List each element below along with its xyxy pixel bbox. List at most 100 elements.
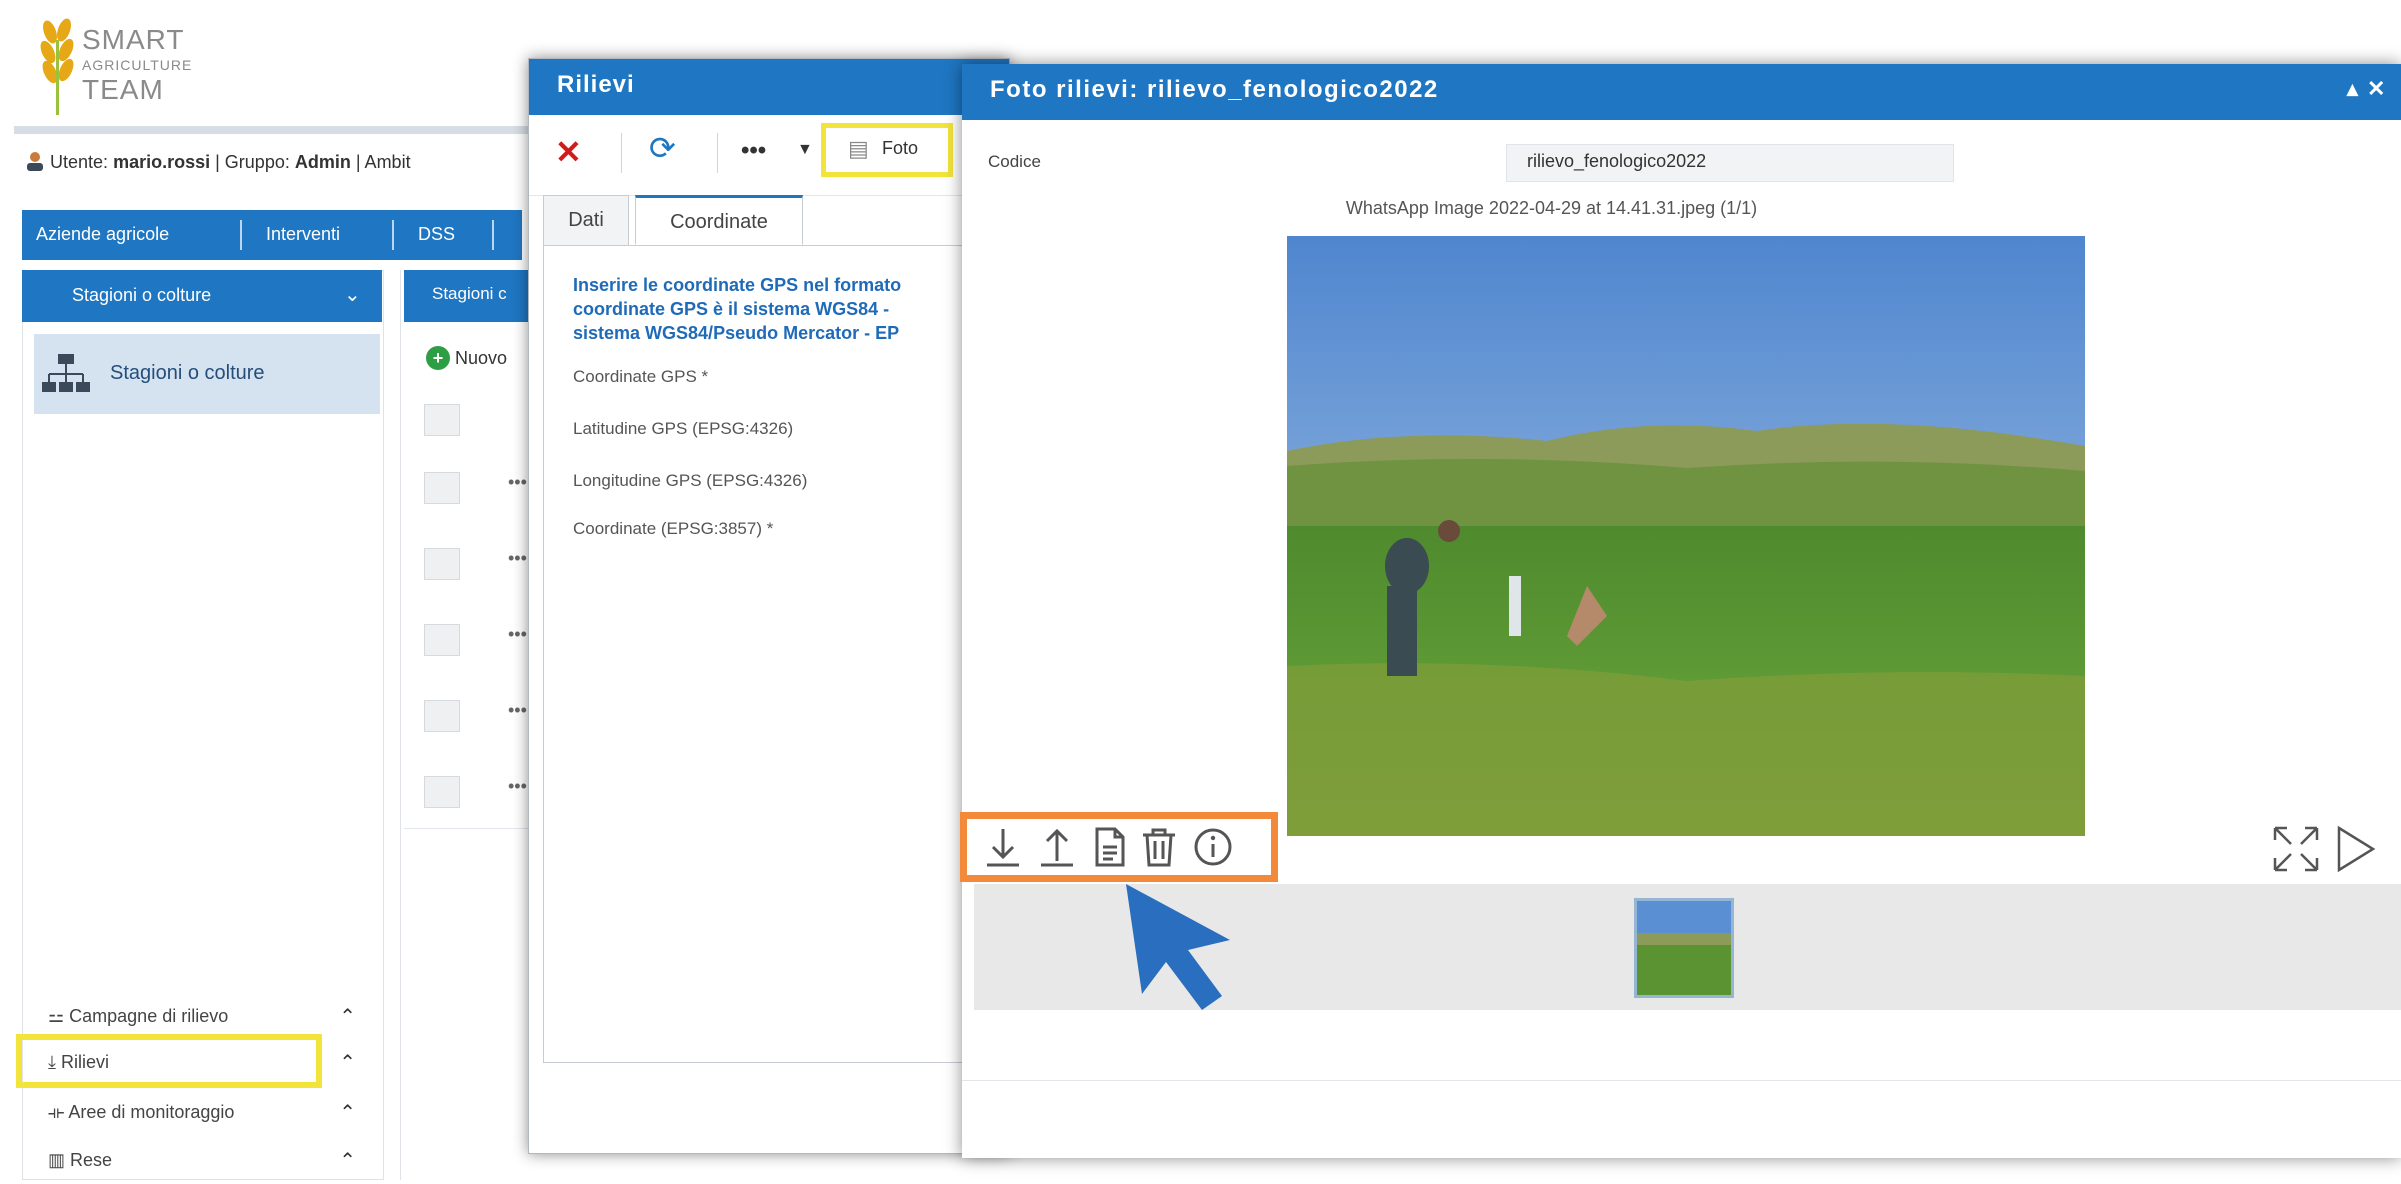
- user-prefix: Utente:: [50, 152, 109, 172]
- plus-icon: +: [426, 346, 450, 370]
- rilievi-highlight: [16, 1034, 322, 1088]
- download-icon[interactable]: [981, 825, 1025, 869]
- nav-separator: [240, 220, 242, 250]
- cursor-pointer-icon: [1126, 884, 1230, 1010]
- toolbar-separator: [621, 133, 622, 173]
- fullscreen-icon[interactable]: [2271, 824, 2321, 874]
- table-row[interactable]: •••: [404, 600, 540, 677]
- foto-title-bar[interactable]: Foto rilievi: rilievo_fenologico2022 ▴ ✕: [962, 64, 2401, 120]
- header-divider: [14, 126, 544, 134]
- chevron-up-icon: ⌃: [339, 1052, 356, 1074]
- table-row[interactable]: •••: [404, 524, 540, 601]
- foto-button[interactable]: ▤ Foto: [821, 123, 953, 177]
- sidebar-item-aree[interactable]: ⟛ Aree di monitoraggio ⌃: [22, 1090, 384, 1136]
- tab-stagioni[interactable]: Stagioni c: [404, 270, 540, 322]
- user-name: mario.rossi: [113, 152, 211, 172]
- hierarchy-icon: [42, 354, 90, 392]
- new-button[interactable]: + Nuovo: [426, 346, 507, 370]
- row-menu-button[interactable]: •••: [508, 624, 527, 645]
- table-row[interactable]: •••: [404, 676, 540, 753]
- group-name: Admin: [294, 152, 351, 172]
- coordinates-info-text: Inserire le coordinate GPS nel formato c…: [573, 273, 993, 351]
- top-navigation: Aziende agricole Interventi DSS: [22, 210, 522, 260]
- sidebar-item-label: Aree di monitoraggio: [68, 1102, 235, 1122]
- row-checkbox[interactable]: [424, 700, 460, 732]
- row-checkbox[interactable]: [424, 776, 460, 808]
- file-name: WhatsApp Image 2022-04-29 at 14.41.31.jp…: [1345, 198, 1758, 218]
- select-all-checkbox[interactable]: [424, 404, 460, 436]
- window-title: Rilievi: [557, 71, 635, 98]
- area-icon: ⟛: [48, 1102, 69, 1122]
- thumbnail[interactable]: [1634, 898, 1734, 998]
- field-label-coordinate-3857: Coordinate (EPSG:3857) *: [573, 519, 774, 538]
- row-menu-button[interactable]: •••: [508, 472, 527, 493]
- file-icon[interactable]: [1087, 825, 1131, 869]
- rilievi-tabs: Dati Coordinate: [543, 187, 1009, 246]
- user-icon: [27, 152, 43, 171]
- chevron-up-icon: ⌃: [339, 1150, 356, 1172]
- survey-icon: ⚍: [48, 1006, 70, 1026]
- row-checkbox[interactable]: [424, 548, 460, 580]
- table-row[interactable]: •••: [404, 752, 540, 829]
- tab-label: Dati: [568, 209, 604, 231]
- next-icon[interactable]: [2333, 824, 2377, 874]
- sidebar-item-rese[interactable]: ▥ Rese ⌃: [22, 1138, 384, 1184]
- user-info-bar: Utente: mario.rossi | Gruppo: Admin | Am…: [50, 152, 411, 173]
- nav-separator: [392, 220, 394, 250]
- logo-line-1: SMART: [82, 24, 185, 55]
- thumbnail-image: [1637, 901, 1731, 995]
- trash-icon[interactable]: [1137, 825, 1181, 869]
- more-menu-button[interactable]: •••: [741, 137, 766, 165]
- photo-nav: [2271, 820, 2381, 876]
- field-photo: [1287, 236, 2085, 836]
- sidebar-dropdown-label: Stagioni o colture: [72, 285, 212, 305]
- table-row[interactable]: •••: [404, 448, 540, 525]
- window-title: Foto rilievi: rilievo_fenologico2022: [990, 76, 1439, 103]
- codice-field[interactable]: rilievo_fenologico2022: [1506, 144, 1954, 182]
- upload-icon[interactable]: [1035, 825, 1079, 869]
- window-controls[interactable]: ▴ ✕: [2347, 76, 2387, 102]
- rilievi-window: Rilievi ✕ ⟳ ••• ▼ ▤ Foto Dati Coordinate…: [528, 58, 1010, 1154]
- tab-dati[interactable]: Dati: [543, 195, 629, 245]
- toolbar-separator: [717, 133, 718, 173]
- codice-label: Codice: [988, 152, 1041, 171]
- field-label-latitudine: Latitudine GPS (EPSG:4326): [573, 419, 794, 438]
- yield-icon: ▥: [48, 1150, 71, 1170]
- caret-down-icon[interactable]: ▼: [797, 141, 813, 159]
- field-label-longitudine: Longitudine GPS (EPSG:4326): [573, 471, 808, 490]
- row-menu-button[interactable]: •••: [508, 548, 527, 569]
- info-icon[interactable]: [1191, 825, 1235, 869]
- info-line: sistema WGS84/Pseudo Mercator - EP: [573, 323, 900, 343]
- row-checkbox[interactable]: [424, 472, 460, 504]
- table-header-row: [404, 392, 540, 449]
- delete-icon[interactable]: ✕: [555, 133, 582, 171]
- refresh-icon[interactable]: ⟳: [649, 129, 676, 167]
- logo-line-3: TEAM: [82, 74, 164, 105]
- photo-actions-highlight: [960, 812, 1278, 882]
- rilievi-title-bar[interactable]: Rilievi: [529, 59, 1009, 115]
- nav-dss[interactable]: DSS: [418, 224, 455, 245]
- window-footer-divider: [962, 1080, 2401, 1081]
- foto-button-label: Foto: [882, 138, 919, 158]
- logo-line-2: AGRICULTURE: [82, 57, 193, 73]
- sidebar-item-label: Campagne di rilievo: [69, 1006, 229, 1026]
- chevron-up-icon: ⌃: [339, 1102, 356, 1124]
- tab-coordinate[interactable]: Coordinate: [635, 195, 803, 245]
- rilievi-toolbar: ✕ ⟳ ••• ▼ ▤ Foto: [529, 115, 1009, 196]
- info-line: Inserire le coordinate GPS nel formato: [573, 275, 902, 295]
- photo-icon: ▤: [848, 136, 869, 161]
- nav-separator: [492, 220, 494, 250]
- chevron-down-icon: ⌄: [344, 284, 361, 306]
- sidebar-dropdown[interactable]: Stagioni o colture ⌄: [22, 270, 382, 322]
- info-line: coordinate GPS è il sistema WGS84 -: [573, 299, 890, 319]
- row-menu-button[interactable]: •••: [508, 700, 527, 721]
- logo-text: SMART AGRICULTURE TEAM: [82, 26, 192, 104]
- sidebar-item-label: Stagioni o colture: [110, 362, 265, 384]
- new-button-label: Nuovo: [455, 348, 508, 368]
- nav-interventi[interactable]: Interventi: [266, 224, 340, 245]
- row-menu-button[interactable]: •••: [508, 776, 527, 797]
- row-checkbox[interactable]: [424, 624, 460, 656]
- field-label-coordinate-gps: Coordinate GPS *: [573, 367, 709, 386]
- user-bar-suffix: | Ambit: [355, 152, 411, 172]
- nav-aziende-agricole[interactable]: Aziende agricole: [36, 224, 169, 245]
